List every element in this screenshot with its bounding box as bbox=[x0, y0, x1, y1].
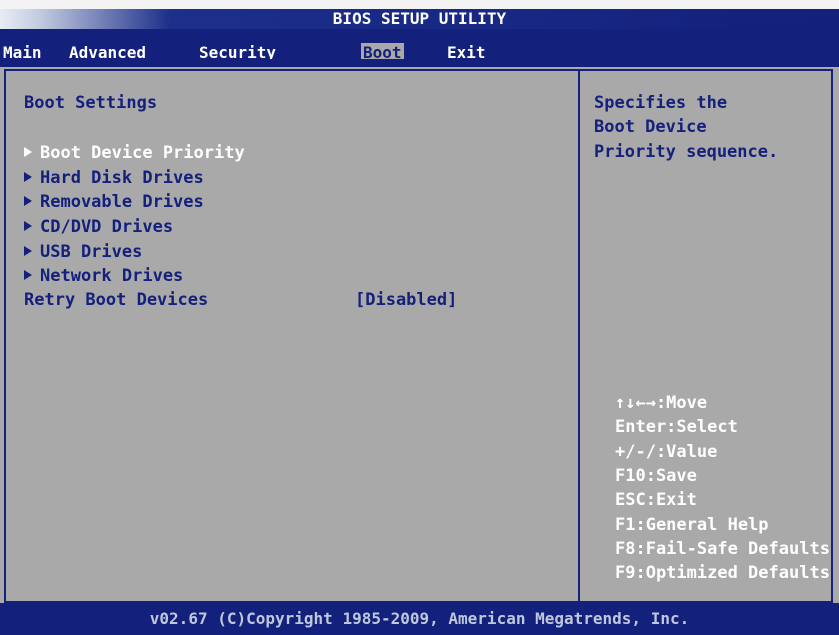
menu-item-usb-drives[interactable]: USB Drives bbox=[24, 242, 142, 262]
menu-item-network-drives[interactable]: Network Drives bbox=[24, 266, 183, 286]
tab-bar: Main Advanced Security Boot Exit bbox=[0, 29, 839, 63]
title-bar: BIOS SETUP UTILITY bbox=[0, 9, 839, 29]
main-panel: Boot Settings Boot Device Priority Hard … bbox=[0, 67, 839, 603]
retry-boot-devices-value[interactable]: [Disabled] bbox=[355, 290, 457, 310]
key-legend-select: Enter:Select bbox=[615, 417, 738, 437]
menu-item-label: Network Drives bbox=[40, 266, 184, 286]
help-text-line: Boot Device bbox=[594, 117, 707, 137]
help-text-line: Specifies the bbox=[594, 93, 728, 113]
retry-boot-devices-label[interactable]: Retry Boot Devices bbox=[24, 290, 208, 310]
menu-item-boot-device-priority[interactable]: Boot Device Priority bbox=[24, 143, 245, 163]
menu-item-removable-drives[interactable]: Removable Drives bbox=[24, 192, 204, 212]
help-text-line: Priority sequence. bbox=[594, 142, 779, 162]
key-legend-save: F10:Save bbox=[615, 466, 697, 486]
submenu-arrow-icon bbox=[24, 221, 32, 231]
copyright-footer: v02.67 (C)Copyright 1985-2009, American … bbox=[0, 603, 839, 635]
menu-item-label: CD/DVD Drives bbox=[40, 217, 174, 237]
submenu-arrow-icon bbox=[24, 270, 32, 280]
submenu-arrow-icon bbox=[24, 172, 32, 182]
submenu-arrow-icon bbox=[24, 246, 32, 256]
submenu-arrow-icon bbox=[24, 147, 32, 157]
panel-divider bbox=[578, 69, 580, 603]
submenu-arrow-icon bbox=[24, 196, 32, 206]
menu-item-hard-disk-drives[interactable]: Hard Disk Drives bbox=[24, 168, 204, 188]
menu-item-label: Removable Drives bbox=[40, 192, 204, 212]
key-legend-exit: ESC:Exit bbox=[615, 490, 697, 510]
key-legend-fail-safe: F8:Fail-Safe Defaults bbox=[615, 539, 830, 559]
menu-item-cd-dvd-drives[interactable]: CD/DVD Drives bbox=[24, 217, 173, 237]
menu-item-label: Boot Device Priority bbox=[40, 143, 245, 163]
top-edge bbox=[0, 0, 839, 9]
section-title: Boot Settings bbox=[24, 93, 158, 113]
key-legend-optimized: F9:Optimized Defaults bbox=[615, 563, 830, 583]
menu-item-label: USB Drives bbox=[40, 242, 143, 262]
tab-bar-bottom bbox=[0, 59, 839, 67]
menu-item-label: Hard Disk Drives bbox=[40, 168, 204, 188]
key-legend-value: +/-/:Value bbox=[615, 442, 718, 462]
key-legend-move: ↑↓←→:Move bbox=[615, 393, 708, 413]
key-legend-general-help: F1:General Help bbox=[615, 515, 769, 535]
